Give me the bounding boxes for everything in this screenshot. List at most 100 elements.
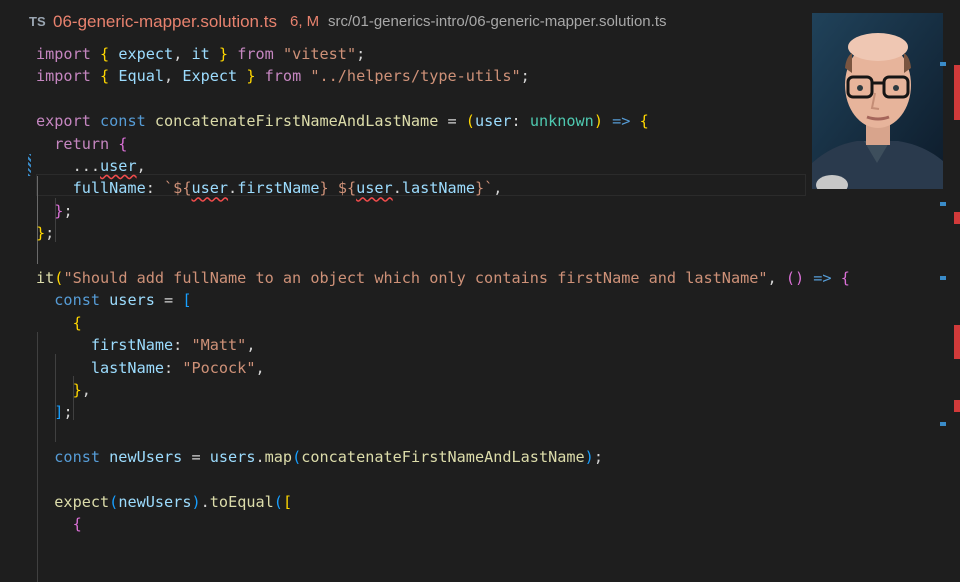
presenter-face-image — [812, 13, 943, 189]
code-token: ) — [593, 112, 603, 131]
code-token: }` — [475, 179, 494, 198]
code-token: "Pocock" — [182, 358, 256, 377]
code-token: = — [438, 112, 466, 131]
code-token: { — [639, 112, 649, 131]
typescript-file-icon: TS — [29, 14, 46, 29]
code-token: , — [767, 269, 786, 287]
code-token: import — [36, 45, 101, 63]
code-token: . — [228, 179, 238, 198]
code-token: ] — [36, 403, 64, 422]
code-token: "vitest" — [282, 45, 357, 63]
code-token: expect — [36, 493, 110, 511]
code-line[interactable]: { — [36, 513, 82, 535]
code-line[interactable]: import { Equal, Expect } from "../helper… — [36, 65, 530, 87]
code-token: newUsers — [118, 493, 192, 511]
code-line[interactable]: export const concatenateFirstNameAndLast… — [36, 110, 649, 132]
code-token: Equal — [118, 67, 165, 86]
error-token: user — [356, 179, 393, 198]
warning-marker — [954, 400, 960, 412]
code-token: : — [511, 112, 530, 131]
modified-marker — [940, 276, 946, 280]
code-token: = — [182, 448, 210, 467]
tab-problem-status: 6, M — [290, 13, 320, 30]
code-line[interactable]: }; — [36, 222, 54, 244]
code-token: ( — [292, 448, 302, 467]
code-token: users — [209, 448, 256, 467]
code-token: ${ — [337, 179, 357, 198]
code-token: ( — [273, 493, 283, 511]
code-token: users — [109, 291, 155, 310]
code-line[interactable]: }, — [36, 379, 91, 401]
code-token: Expect — [182, 67, 238, 86]
code-token: } — [237, 67, 265, 86]
code-token: ) — [584, 448, 594, 467]
code-token: "Matt" — [191, 336, 247, 355]
code-token: ... — [36, 157, 101, 175]
code-token: { — [100, 45, 119, 63]
code-token: = — [154, 291, 183, 310]
code-line[interactable]: it("Should add fullName to an object whi… — [36, 267, 850, 289]
code-token: const — [100, 112, 155, 131]
code-line[interactable]: firstName: "Matt", — [36, 334, 256, 356]
code-token: } — [209, 45, 238, 63]
code-token: { — [118, 134, 128, 153]
code-line[interactable]: fullName: `${user.firstName} ${user.last… — [36, 177, 503, 199]
code-token: : — [145, 179, 165, 198]
code-token: , — [81, 381, 91, 399]
code-line[interactable]: lastName: "Pocock", — [36, 357, 265, 379]
code-line[interactable]: { — [36, 312, 82, 334]
breadcrumb-path[interactable]: src/01-generics-intro/06-generic-mapper.… — [328, 13, 667, 30]
code-token: firstName — [237, 179, 320, 198]
code-line[interactable]: const users = [ — [36, 289, 191, 311]
code-token: , — [164, 67, 183, 86]
code-token: . — [255, 448, 265, 467]
code-token: toEqual — [209, 493, 274, 511]
code-token: ; — [520, 67, 530, 86]
code-line[interactable]: expect(newUsers).toEqual([ — [36, 491, 292, 513]
code-line[interactable]: ...user, — [36, 155, 146, 177]
code-token: ; — [593, 448, 603, 467]
code-token: . — [392, 179, 402, 198]
error-token: user — [100, 157, 137, 175]
tab-filename[interactable]: 06-generic-mapper.solution.ts — [53, 12, 277, 32]
code-token: "../helpers/type-utils" — [310, 67, 521, 86]
code-token: . — [200, 493, 210, 511]
modified-marker — [940, 62, 946, 66]
code-line[interactable]: import { expect, it } from "vitest"; — [36, 43, 365, 65]
code-token: const — [36, 448, 110, 467]
code-token: return — [36, 134, 119, 153]
code-token: lastName — [36, 358, 165, 377]
code-token: ; — [356, 45, 366, 63]
code-token: ( — [465, 112, 475, 131]
code-token: () — [785, 269, 805, 287]
code-token: lastName — [401, 179, 475, 198]
code-line[interactable]: ]; — [36, 401, 72, 423]
error-marker — [954, 65, 960, 120]
code-token: , — [136, 157, 146, 175]
code-token: , — [173, 45, 192, 63]
modified-marker — [940, 202, 946, 206]
code-token: { — [100, 67, 119, 86]
editor-scrollbar-minimap[interactable] — [940, 0, 960, 540]
code-token: , — [255, 358, 265, 377]
code-token: const — [36, 291, 110, 310]
code-token: ; — [63, 201, 73, 220]
code-token: "Should add fullName to an object which … — [63, 269, 768, 287]
code-token: concatenateFirstNameAndLastName — [154, 112, 439, 131]
code-token: { — [840, 269, 850, 287]
code-token: } — [36, 201, 64, 220]
code-token: concatenateFirstNameAndLastName — [301, 448, 585, 467]
code-token: from — [237, 45, 283, 63]
code-token: ( — [109, 493, 119, 511]
code-token: { — [36, 515, 82, 534]
code-token: import — [36, 67, 101, 86]
error-marker — [954, 212, 960, 224]
code-token: : — [164, 358, 183, 377]
code-line[interactable]: const newUsers = users.map(concatenateFi… — [36, 446, 603, 468]
modified-line-gutter-marker — [28, 154, 31, 176]
code-line[interactable]: return { — [36, 133, 127, 155]
error-marker — [954, 325, 960, 359]
code-line[interactable]: }; — [36, 200, 73, 222]
code-token: newUsers — [109, 448, 183, 467]
